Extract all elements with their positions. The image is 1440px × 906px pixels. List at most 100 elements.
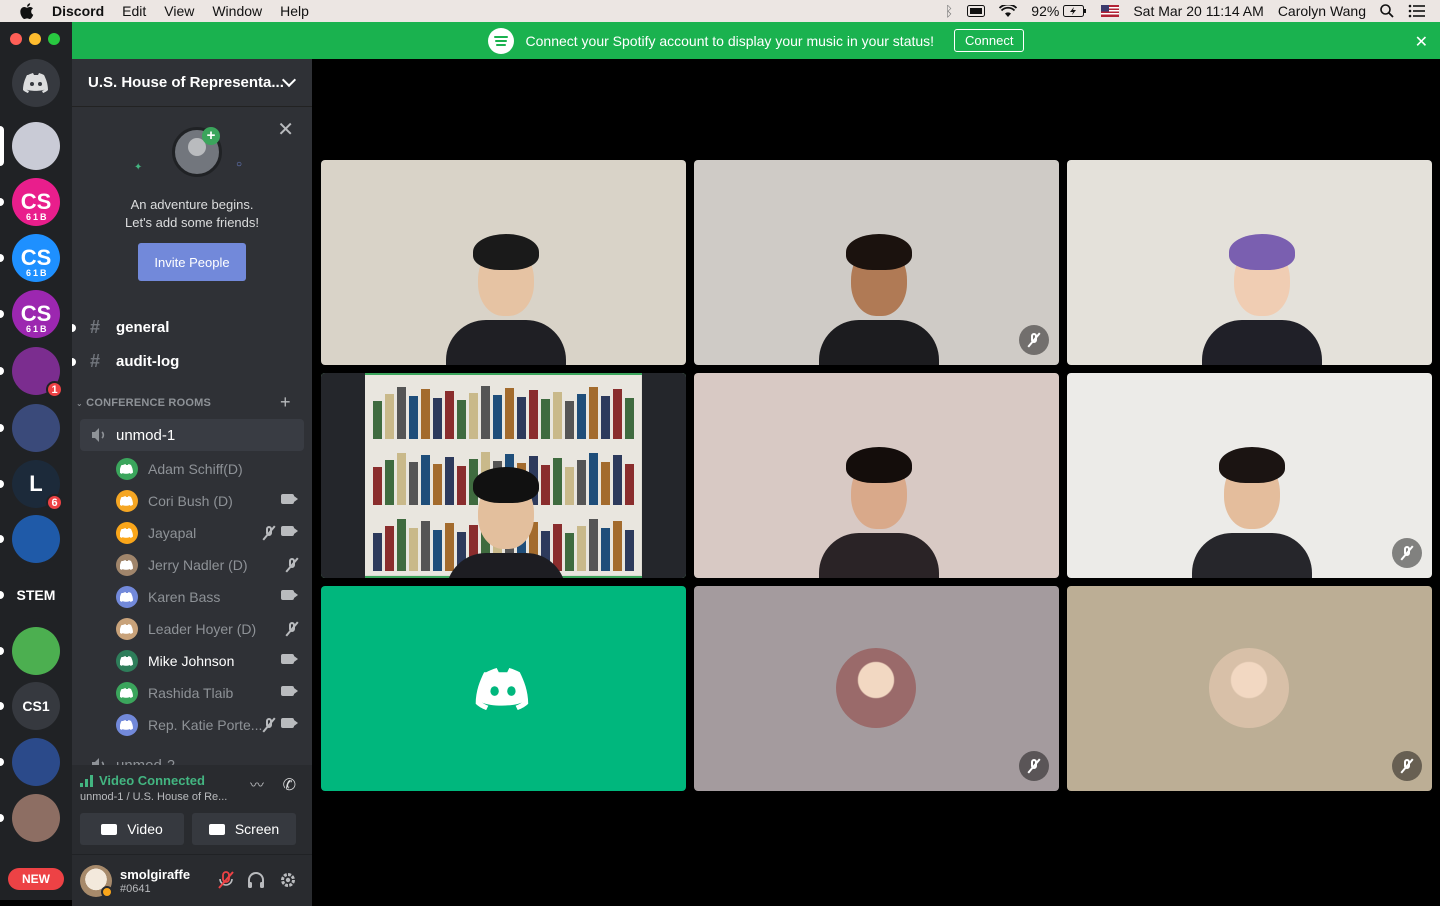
video-tile[interactable] <box>321 373 686 578</box>
close-window-button[interactable] <box>10 33 22 45</box>
menu-help[interactable]: Help <box>280 3 309 19</box>
settings-gear-icon[interactable] <box>278 871 298 891</box>
menu-edit[interactable]: Edit <box>122 3 146 19</box>
video-tile[interactable] <box>1067 586 1432 791</box>
invite-people-button[interactable]: Invite People <box>138 243 246 281</box>
screen-share-button[interactable]: Screen <box>192 813 296 845</box>
apple-icon[interactable] <box>20 3 34 19</box>
category-conference-rooms[interactable]: ⌄ CONFERENCE ROOMS + <box>76 392 291 412</box>
server-icon[interactable] <box>12 515 60 563</box>
noise-suppression-icon[interactable]: 〰 <box>250 775 264 795</box>
muted-mic-icon <box>1401 759 1413 773</box>
server-icon[interactable]: CS 61B <box>12 290 60 338</box>
participant-video <box>446 230 566 365</box>
user-account-name[interactable]: Carolyn Wang <box>1278 3 1366 19</box>
close-icon[interactable]: ✕ <box>277 117 294 142</box>
macos-menubar: Discord Edit View Window Help ᛒ 92% Sat … <box>0 0 1440 22</box>
channel-general[interactable]: # general <box>80 311 304 343</box>
add-channel-icon[interactable]: + <box>280 392 291 413</box>
camera-icon <box>281 590 298 600</box>
voice-user[interactable]: Karen Bass <box>116 581 304 613</box>
server-unread-pip <box>0 702 4 710</box>
banner-close-icon[interactable]: ✕ <box>1415 32 1428 52</box>
server-unread-pip <box>0 198 4 206</box>
server-icon[interactable] <box>12 794 60 842</box>
voice-user-name: Jerry Nadler (D) <box>148 557 248 573</box>
video-tile[interactable] <box>694 586 1059 791</box>
voice-user[interactable]: Jerry Nadler (D) <box>116 549 304 581</box>
server-icon[interactable]: 1 <box>12 347 63 398</box>
voice-channel-unmod-1[interactable]: unmod-1 <box>80 419 304 451</box>
participant-video <box>1192 443 1312 578</box>
voice-user[interactable]: Rashida Tlaib <box>116 677 304 709</box>
server-unread-pip <box>0 647 4 655</box>
voice-user[interactable]: Jayapal <box>116 517 304 549</box>
discord-window: NEW CS 61B CS 61B CS 61B 1 L 6 STEM CS1 Connect yo… <box>0 22 1440 906</box>
video-tile[interactable] <box>1067 373 1432 578</box>
discord-logo-icon <box>473 668 533 715</box>
voice-user[interactable]: Adam Schiff(D) <box>116 453 304 485</box>
voice-status-text: Video Connected <box>99 773 205 788</box>
server-unread-pip <box>0 310 4 318</box>
voice-user-name: Rashida Tlaib <box>148 685 234 701</box>
flag-icon[interactable] <box>1101 5 1120 17</box>
server-icon[interactable]: CS 61B <box>12 178 60 226</box>
server-icon[interactable] <box>12 59 60 107</box>
channel-audit-log[interactable]: # audit-log <box>80 345 304 377</box>
voice-user[interactable]: Rep. Katie Porte... <box>116 709 304 741</box>
battery-icon[interactable] <box>1063 5 1087 17</box>
zoom-window-button[interactable] <box>48 33 60 45</box>
clock-datetime[interactable]: Sat Mar 20 11:14 AM <box>1133 3 1263 19</box>
voice-user[interactable]: Mike Johnson <box>116 645 304 677</box>
menu-window[interactable]: Window <box>212 3 262 19</box>
participant-video <box>819 443 939 578</box>
new-badge[interactable]: NEW <box>8 868 64 890</box>
server-icon[interactable] <box>12 738 60 786</box>
video-tile[interactable] <box>321 586 686 791</box>
user-avatar[interactable] <box>80 865 113 898</box>
menu-view[interactable]: View <box>164 3 194 19</box>
plus-icon: + <box>202 127 220 145</box>
user-avatar <box>116 650 138 672</box>
video-tile[interactable] <box>694 373 1059 578</box>
server-icon[interactable]: STEM <box>12 571 60 619</box>
server-unread-pip <box>0 480 4 488</box>
server-icon[interactable] <box>12 404 60 452</box>
video-button[interactable]: Video <box>80 813 184 845</box>
keyboard-icon[interactable] <box>967 5 986 17</box>
server-header[interactable]: U.S. House of Representa... <box>72 59 312 107</box>
spotlight-search-icon[interactable] <box>1380 4 1394 18</box>
server-icon[interactable]: CS1 <box>12 682 60 730</box>
menu-app-name[interactable]: Discord <box>52 3 104 19</box>
video-tile[interactable] <box>1067 160 1432 365</box>
video-tile[interactable] <box>694 160 1059 365</box>
notification-center-icon[interactable] <box>1408 4 1426 18</box>
disconnect-icon[interactable]: ✆ <box>283 775 296 795</box>
chevron-down-icon <box>281 72 297 88</box>
voice-status[interactable]: Video Connected <box>80 773 205 788</box>
idle-status-icon <box>101 886 113 898</box>
server-name: U.S. House of Representa... <box>88 74 284 91</box>
friends-subline: Let's add some friends! <box>125 215 259 230</box>
hash-icon: # <box>90 316 101 337</box>
server-icon[interactable] <box>12 627 60 675</box>
server-unread-pip <box>0 814 4 822</box>
mute-mic-icon[interactable] <box>216 871 236 891</box>
server-icon[interactable]: CS 61B <box>12 234 60 282</box>
bluetooth-icon[interactable]: ᛒ <box>945 3 953 19</box>
voice-user[interactable]: Cori Bush (D) <box>116 485 304 517</box>
voice-user-name: Leader Hoyer (D) <box>148 621 257 637</box>
server-icon[interactable]: L6 <box>12 460 63 511</box>
unread-indicator <box>72 324 76 332</box>
voice-user[interactable]: Leader Hoyer (D) <box>116 613 304 645</box>
server-icon[interactable] <box>12 122 60 170</box>
headphones-icon[interactable] <box>246 871 266 891</box>
wifi-icon[interactable] <box>999 4 1018 18</box>
spotify-connect-button[interactable]: Connect <box>954 29 1025 52</box>
server-sublabel: 61B <box>26 268 49 278</box>
screen-share-icon <box>208 823 225 835</box>
user-avatar <box>116 586 138 608</box>
minimize-window-button[interactable] <box>29 33 41 45</box>
battery-percent[interactable]: 92% <box>1031 3 1059 19</box>
video-tile[interactable] <box>321 160 686 365</box>
